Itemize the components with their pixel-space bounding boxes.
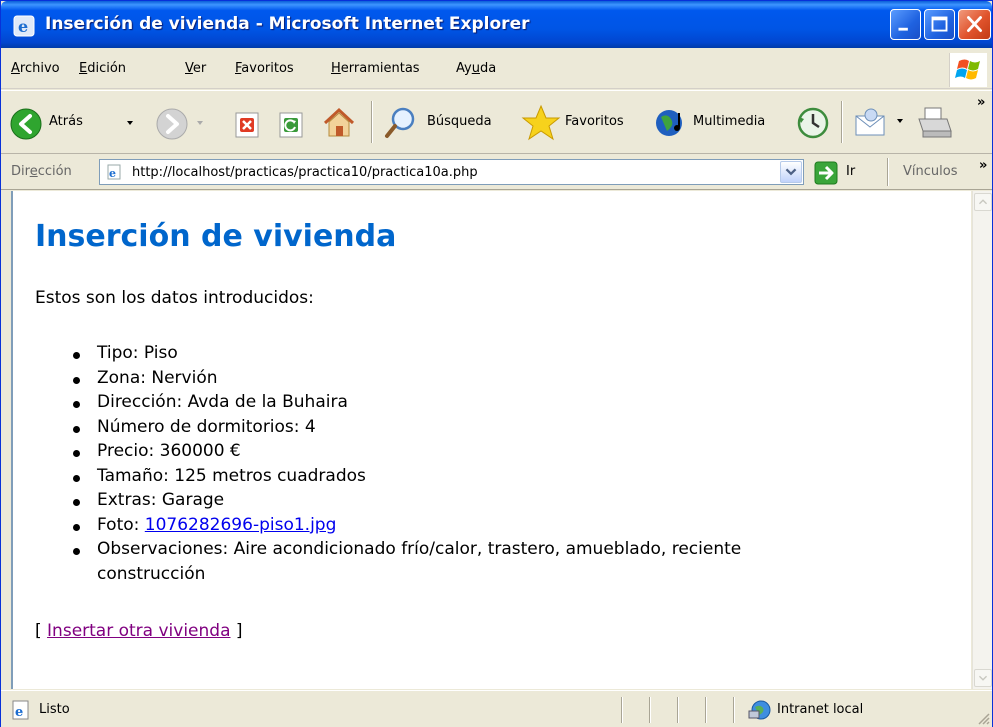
maximize-icon <box>931 16 948 32</box>
mail-dropdown-icon[interactable] <box>895 117 905 125</box>
page-content: Inserción de vivienda Estos son los dato… <box>11 191 971 689</box>
favorites-button[interactable]: Favoritos <box>521 103 645 143</box>
menu-ayuda[interactable]: Ayuda <box>456 61 496 76</box>
scroll-down-button[interactable] <box>974 669 992 687</box>
go-button-label[interactable]: Ir <box>846 164 855 179</box>
scroll-up-button[interactable] <box>974 193 992 211</box>
svg-text:e: e <box>18 17 28 36</box>
status-divider <box>705 697 707 723</box>
close-icon <box>967 16 982 32</box>
minimize-icon <box>898 27 908 31</box>
page-heading: Inserción de vivienda <box>35 219 397 254</box>
list-item: Número de dormitorios: 4 <box>73 415 933 440</box>
intro-text: Estos son los datos introducidos: <box>35 288 314 308</box>
menu-edicion[interactable]: Edición <box>79 61 126 76</box>
menu-bar: Archivo Edición Ver Favoritos Herramient… <box>1 49 992 89</box>
back-arrow-icon <box>10 108 42 140</box>
toolbar-separator <box>371 101 373 143</box>
security-zone-text: Intranet local <box>777 702 864 717</box>
chevron-down-icon <box>785 168 797 176</box>
svg-text:e: e <box>15 705 23 720</box>
forward-dropdown-icon[interactable] <box>195 119 205 127</box>
insert-another-line: [ Insertar otra vivienda ] <box>35 621 243 641</box>
multimedia-button[interactable]: Multimedia <box>653 105 783 141</box>
home-icon[interactable] <box>321 105 357 141</box>
vertical-scrollbar[interactable] <box>972 191 992 689</box>
menu-favoritos[interactable]: Favoritos <box>235 61 294 76</box>
favorites-label: Favoritos <box>565 114 624 129</box>
search-label: Búsqueda <box>427 114 492 129</box>
list-item: Dirección: Avda de la Buhaira <box>73 390 933 415</box>
list-item: Zona: Nervión <box>73 366 933 391</box>
observations-line-1: Observaciones: Aire acondicionado frío/c… <box>97 539 742 559</box>
stop-icon[interactable] <box>233 111 261 139</box>
ie-icon: e <box>13 15 35 37</box>
search-button[interactable]: Búsqueda <box>383 105 509 141</box>
list-item: Precio: 360000 € <box>73 439 933 464</box>
back-button[interactable]: Atrás <box>9 103 149 143</box>
photo-prefix: Foto: <box>97 514 145 535</box>
mail-button[interactable] <box>853 105 913 141</box>
star-icon <box>521 104 561 141</box>
chevron-up-icon <box>978 199 988 205</box>
status-bar: e Listo Intranet local <box>1 690 992 727</box>
menu-herramientas[interactable]: Herramientas <box>331 61 420 76</box>
menu-ver[interactable]: Ver <box>185 61 206 76</box>
chevron-down-icon <box>978 675 988 681</box>
history-icon[interactable] <box>795 105 831 141</box>
address-url: http://localhost/practicas/practica10/pr… <box>132 165 478 180</box>
windows-flag-icon <box>955 59 980 80</box>
property-data-list: Tipo: Piso Zona: Nervión Dirección: Avda… <box>73 341 933 586</box>
toolbar-separator <box>841 101 843 143</box>
search-icon <box>385 107 415 138</box>
print-icon[interactable] <box>915 105 953 141</box>
multimedia-label: Multimedia <box>693 114 766 129</box>
status-divider <box>733 697 735 723</box>
standard-toolbar: Atrás Búsqueda Favoritos Multimedia » <box>1 90 992 154</box>
back-dropdown-icon[interactable] <box>125 119 135 127</box>
status-text: Listo <box>39 702 70 717</box>
toolbar-overflow-chevron[interactable]: » <box>977 95 985 110</box>
resize-grip-icon[interactable] <box>976 711 990 725</box>
links-overflow-chevron[interactable]: » <box>979 158 987 173</box>
observations-line-2: construcción <box>97 563 206 584</box>
close-button[interactable] <box>958 9 991 40</box>
address-separator <box>887 158 889 186</box>
forward-arrow-icon <box>156 108 188 140</box>
insert-another-link[interactable]: Insertar otra vivienda <box>47 621 230 641</box>
address-dropdown-button[interactable] <box>780 161 802 183</box>
back-label: Atrás <box>49 114 83 129</box>
list-item-observations: Observaciones: Aire acondicionado frío/c… <box>73 537 933 586</box>
page-icon: e <box>107 164 121 180</box>
list-item-photo: Foto: 1076282696-piso1.jpg <box>73 513 933 538</box>
mail-icon <box>855 108 885 136</box>
status-divider <box>621 697 623 723</box>
page-done-icon: e <box>12 700 29 720</box>
media-globe-icon <box>656 110 682 136</box>
address-input[interactable]: e http://localhost/practicas/practica10/… <box>99 159 804 185</box>
status-divider <box>649 697 651 723</box>
title-bar[interactable]: e Inserción de vivienda - Microsoft Inte… <box>1 1 992 48</box>
refresh-icon[interactable] <box>277 111 305 139</box>
status-divider <box>677 697 679 723</box>
svg-text:e: e <box>109 167 116 180</box>
minimize-button[interactable] <box>890 9 921 40</box>
links-label[interactable]: Vínculos <box>903 164 957 179</box>
browser-window: e Inserción de vivienda - Microsoft Inte… <box>0 0 993 727</box>
list-item: Tamaño: 125 metros cuadrados <box>73 464 933 489</box>
window-title: Inserción de vivienda - Microsoft Intern… <box>45 14 530 34</box>
go-arrow-icon[interactable] <box>814 161 838 185</box>
intranet-zone-icon <box>748 700 771 720</box>
menu-archivo[interactable]: Archivo <box>11 61 60 76</box>
address-label: Dirección <box>11 164 72 179</box>
forward-button[interactable] <box>155 107 215 143</box>
list-item: Extras: Garage <box>73 488 933 513</box>
list-item: Tipo: Piso <box>73 341 933 366</box>
photo-link[interactable]: 1076282696-piso1.jpg <box>145 515 337 535</box>
maximize-button[interactable] <box>924 9 955 40</box>
address-bar: Dirección e http://localhost/practicas/p… <box>1 154 992 190</box>
windows-logo <box>949 53 987 87</box>
